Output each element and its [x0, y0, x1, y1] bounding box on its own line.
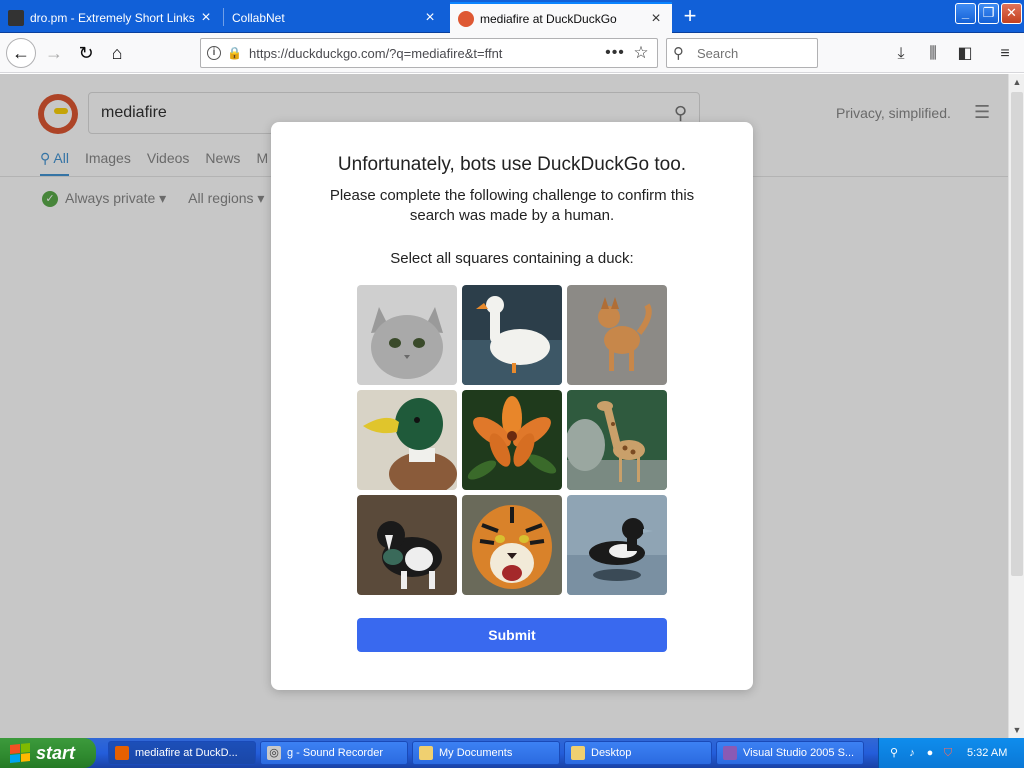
border-collie-image: [357, 495, 457, 595]
close-icon[interactable]: ×: [648, 10, 664, 27]
captcha-square-mallard-duck[interactable]: [357, 390, 457, 490]
taskbar-item-label: mediafire at DuckD...: [135, 747, 238, 759]
forward-button[interactable]: →: [40, 39, 68, 67]
close-icon[interactable]: ×: [422, 9, 438, 26]
system-tray: ⚲ ♪ ● ⛉ 5:32 AM: [878, 738, 1024, 768]
minimize-button[interactable]: _: [955, 3, 976, 24]
menu-icon[interactable]: ≡: [994, 43, 1016, 65]
tab-title: mediafire at DuckDuckGo: [480, 11, 617, 26]
info-icon[interactable]: i: [207, 46, 221, 60]
security-shield-icon[interactable]: ⛉: [941, 746, 955, 760]
bookmark-star-icon[interactable]: ☆: [631, 43, 651, 63]
scroll-thumb[interactable]: [1011, 92, 1023, 576]
captcha-square-giraffe[interactable]: [567, 390, 667, 490]
reload-button[interactable]: ↻: [72, 39, 100, 67]
folder-icon: [571, 746, 585, 760]
tab-strip: dro.pm - Extremely Short Links × CollabN…: [0, 0, 1024, 33]
taskbar-item-firefox[interactable]: mediafire at DuckD...: [108, 741, 256, 765]
captcha-square-lily-flower[interactable]: [462, 390, 562, 490]
giraffe-image: [567, 390, 667, 490]
clock[interactable]: 5:32 AM: [967, 747, 1007, 759]
search-icon: ⚲: [673, 45, 684, 62]
tab-collabnet[interactable]: CollabNet ×: [224, 2, 446, 33]
taskbar-item-label: Desktop: [591, 747, 632, 759]
lily-flower-image: [462, 390, 562, 490]
captcha-square-black-duck[interactable]: [567, 495, 667, 595]
taskbar-item-desktop[interactable]: Desktop: [564, 741, 712, 765]
cat-image: [357, 285, 457, 385]
windows-flag-icon: [10, 742, 30, 764]
volume-icon[interactable]: ♪: [905, 746, 919, 760]
url-text[interactable]: https://duckduckgo.com/?q=mediafire&t=ff…: [249, 46, 605, 61]
antivirus-icon[interactable]: ●: [923, 746, 937, 760]
captcha-square-border-collie[interactable]: [357, 495, 457, 595]
start-button[interactable]: start: [0, 738, 96, 768]
captcha-grid: [357, 285, 667, 595]
taskbar-item-sound-recorder[interactable]: ◎ g - Sound Recorder: [260, 741, 408, 765]
modal-title: Unfortunately, bots use DuckDuckGo too.: [337, 154, 687, 175]
captcha-modal: Unfortunately, bots use DuckDuckGo too. …: [271, 122, 753, 690]
search-placeholder: Search: [697, 45, 739, 61]
tab-title: dro.pm - Extremely Short Links: [30, 10, 195, 25]
page-actions-icon[interactable]: •••: [605, 44, 625, 62]
mallard-duck-image: [357, 390, 457, 490]
folder-icon: [419, 746, 433, 760]
sound-recorder-icon: ◎: [267, 746, 281, 760]
modal-subtitle: Please complete the following challenge …: [329, 187, 695, 224]
library-icon[interactable]: ⫼: [922, 43, 944, 65]
captcha-square-cat[interactable]: [357, 285, 457, 385]
scroll-down-arrow-icon[interactable]: ▼: [1009, 722, 1024, 738]
taskbar-item-label: My Documents: [439, 747, 513, 759]
sidebar-icon[interactable]: ◧: [954, 43, 976, 65]
close-icon[interactable]: ×: [198, 9, 214, 26]
windows-taskbar: start mediafire at DuckD... ◎ g - Sound …: [0, 738, 1024, 768]
tab-dro-pm[interactable]: dro.pm - Extremely Short Links ×: [0, 2, 222, 33]
network-icon[interactable]: ⚲: [887, 746, 901, 760]
black-duck-image: [567, 495, 667, 595]
captcha-square-dog[interactable]: [567, 285, 667, 385]
search-bar[interactable]: ⚲ Search: [666, 38, 818, 68]
url-bar[interactable]: i 🔒 https://duckduckgo.com/?q=mediafire&…: [200, 38, 658, 68]
white-duck-image: [462, 285, 562, 385]
captcha-square-tiger[interactable]: [462, 495, 562, 595]
visual-studio-icon: [723, 746, 737, 760]
dro-favicon-icon: [8, 9, 24, 26]
taskbar-item-my-documents[interactable]: My Documents: [412, 741, 560, 765]
vertical-scrollbar[interactable]: ▲ ▼: [1008, 74, 1024, 738]
scroll-up-arrow-icon[interactable]: ▲: [1009, 74, 1024, 90]
page-content: mediafire ⚲ Privacy, simplified. ☰ ⚲ All…: [0, 74, 1008, 738]
tiger-image: [462, 495, 562, 595]
taskbar-item-visual-studio[interactable]: Visual Studio 2005 S...: [716, 741, 864, 765]
dog-image: [567, 285, 667, 385]
tab-duckduckgo[interactable]: mediafire at DuckDuckGo ×: [450, 2, 672, 33]
window-close-button[interactable]: ✕: [1001, 3, 1022, 24]
home-button[interactable]: ⌂: [103, 39, 131, 67]
back-button[interactable]: ←: [6, 38, 36, 68]
lock-warning-icon[interactable]: 🔒: [227, 46, 242, 60]
start-label: start: [36, 742, 76, 763]
download-icon[interactable]: ⤓: [890, 43, 912, 65]
duckduckgo-favicon-icon: [458, 10, 474, 27]
submit-button[interactable]: Submit: [357, 618, 667, 652]
firefox-icon: [115, 746, 129, 760]
captcha-square-white-duck[interactable]: [462, 285, 562, 385]
taskbar-item-label: Visual Studio 2005 S...: [743, 747, 855, 759]
taskbar-item-label: g - Sound Recorder: [287, 747, 383, 759]
maximize-button[interactable]: ❐: [978, 3, 999, 24]
tab-title: CollabNet: [232, 10, 285, 25]
challenge-prompt: Select all squares containing a duck:: [390, 250, 634, 267]
new-tab-button[interactable]: +: [676, 4, 704, 30]
navigation-toolbar: ← → ↻ ⌂ i 🔒 https://duckduckgo.com/?q=me…: [0, 33, 1024, 73]
